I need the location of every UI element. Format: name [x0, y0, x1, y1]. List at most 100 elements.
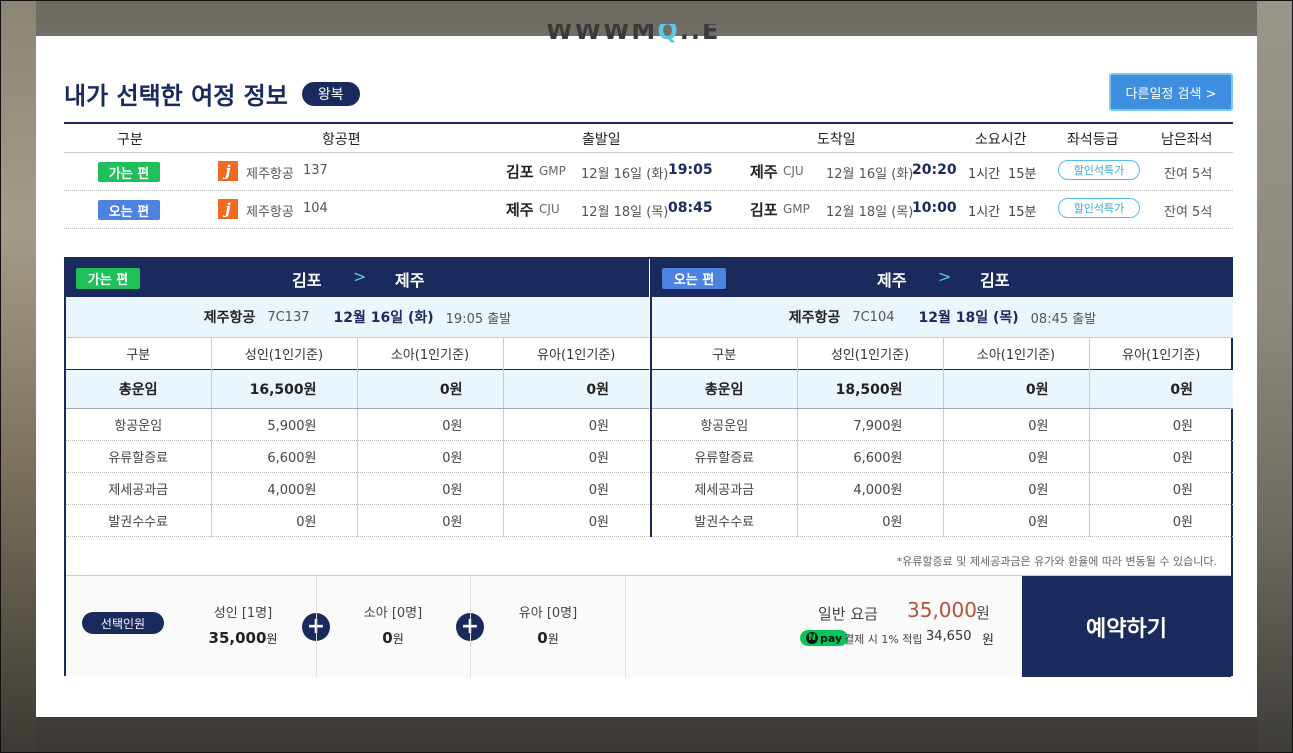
total-price-label: 일반 요금: [818, 605, 878, 623]
total-price-unit: 원: [976, 604, 990, 622]
divider: [316, 576, 317, 677]
duration-hours: 1시간: [968, 205, 1001, 220]
flight-number: 137: [303, 163, 328, 178]
fare-row-child: 0원: [357, 440, 504, 473]
fare-airline: 제주항공: [203, 310, 256, 326]
col-duration: 소요시간: [975, 132, 1027, 148]
arr-city: 김포: [750, 201, 778, 219]
fare-row-child: 0원: [943, 440, 1090, 473]
npay-reward-text: 결제 시 1% 적립: [844, 633, 923, 646]
fare-row-adult: 6,600원: [797, 440, 944, 473]
total-fare-adult: 16,500원: [211, 369, 358, 409]
fare-row-label: 유류할증료: [66, 440, 212, 473]
direction-badge-go: 가는 편: [98, 162, 160, 182]
route-from: 제주: [877, 271, 907, 290]
fare-departure: 19:05 출발: [445, 311, 512, 327]
fare-row-adult: 4,000원: [797, 472, 944, 505]
total-price-value: 35,000: [907, 598, 977, 622]
fare-row-infant: 0원: [1089, 408, 1233, 441]
fare-panel-flight-info: 제주항공 7C104 12월 18일 (목) 08:45 출발: [652, 297, 1233, 338]
dep-time: 08:45: [668, 200, 713, 216]
fare-row-infant: 0원: [503, 440, 649, 473]
seat-class-badge: 할인석특가: [1058, 198, 1140, 218]
dep-code: GMP: [539, 164, 566, 178]
naver-pay-badge: N pay: [800, 630, 849, 646]
site-logo: WWWMQ..E: [546, 24, 721, 45]
duration-minutes: 15분: [1008, 205, 1037, 220]
airline-name: 제주항공: [246, 167, 294, 182]
pax-child-label: 소아 [0명]: [363, 606, 423, 621]
npay-reward-value: 34,650: [926, 629, 972, 644]
fare-col-infant: 유아(1인기준): [1089, 338, 1233, 370]
fare-breakdown: 가는 편 김포 > 제주 제주항공 7C137 12월 16일 (화) 19:0…: [64, 257, 1233, 677]
fare-col-type: 구분: [652, 338, 798, 370]
fare-col-adult: 성인(1인기준): [797, 338, 944, 370]
itinerary-row-go: 가는 편 j 제주항공 137 김포 GMP 12월 16일 (화) 19:05…: [64, 153, 1233, 191]
book-button[interactable]: 예약하기: [1022, 576, 1231, 677]
fare-row-adult: 4,000원: [211, 472, 358, 505]
fare-row-child: 0원: [943, 408, 1090, 441]
fare-flight-code: 7C137: [267, 309, 310, 325]
fare-row-child: 0원: [943, 472, 1090, 505]
fare-table: 구분 성인(1인기준) 소아(1인기준) 유아(1인기준) 총운임 18,500…: [652, 338, 1233, 537]
total-fare-adult: 18,500원: [797, 369, 944, 409]
fare-panel-header: 가는 편 김포 > 제주: [66, 259, 649, 297]
duration-minutes: 15분: [1008, 167, 1037, 182]
fare-row-adult: 7,900원: [797, 408, 944, 441]
fare-row-infant: 0원: [1089, 440, 1233, 473]
total-fare-label: 총운임: [652, 369, 798, 409]
flight-number: 104: [303, 201, 328, 216]
selected-pax-badge: 선택인원: [82, 612, 164, 634]
arr-date: 12월 16일 (화): [826, 167, 914, 182]
fare-row-child: 0원: [357, 472, 504, 505]
pax-adult: 성인 [1명] 35,000원: [188, 602, 298, 647]
jeju-air-logo-icon: j: [218, 161, 238, 181]
total-fare-infant: 0원: [503, 369, 649, 409]
fare-direction-badge: 가는 편: [76, 268, 140, 289]
naver-n-icon: N: [806, 632, 818, 644]
remaining-seats: 잔여 5석: [1164, 205, 1213, 220]
fare-col-adult: 성인(1인기준): [211, 338, 358, 370]
pax-infant-label: 유아 [0명]: [518, 606, 578, 621]
arr-time: 20:20: [912, 162, 957, 178]
fare-col-type: 구분: [66, 338, 212, 370]
background-right: [1257, 0, 1293, 753]
dep-code: CJU: [539, 202, 560, 216]
dep-date: 12월 16일 (화): [581, 167, 669, 182]
fare-col-child: 소아(1인기준): [357, 338, 504, 370]
arr-date: 12월 18일 (목): [826, 205, 914, 220]
fare-row-child: 0원: [357, 504, 504, 537]
fare-row-infant: 0원: [1089, 472, 1233, 505]
direction-badge-return: 오는 편: [98, 200, 160, 220]
dep-city: 제주: [506, 201, 534, 219]
fare-col-child: 소아(1인기준): [943, 338, 1090, 370]
seat-class-badge: 할인석특가: [1058, 160, 1140, 180]
dep-time: 19:05: [668, 162, 713, 178]
pax-infant: 유아 [0명] 0원: [493, 602, 603, 647]
fare-row-label: 발권수수료: [652, 504, 798, 537]
route-arrow-icon: >: [938, 267, 952, 286]
route-to: 김포: [980, 271, 1010, 290]
total-fare-label: 총운임: [66, 369, 212, 409]
fare-departure: 08:45 출발: [1030, 311, 1097, 327]
fare-row-label: 발권수수료: [66, 504, 212, 537]
itinerary-table: 구분 항공편 출발일 도착일 소요시간 좌석등급 남은좌석 가는 편 j 제주항…: [64, 122, 1233, 229]
title-row: 내가 선택한 여정 정보 왕복: [64, 76, 360, 111]
route-to: 제주: [395, 271, 425, 290]
fare-airline: 제주항공: [788, 310, 841, 326]
divider: [470, 576, 471, 677]
fare-row-infant: 0원: [1089, 504, 1233, 537]
itinerary-header: 구분 항공편 출발일 도착일 소요시간 좌석등급 남은좌석: [64, 124, 1233, 153]
total-fare-child: 0원: [357, 369, 504, 409]
fare-disclaimer: *유류할증료 및 제세공과금은 유가와 환율에 따라 변동될 수 있습니다.: [896, 555, 1217, 568]
route-arrow-icon: >: [353, 267, 367, 286]
arr-city: 제주: [750, 163, 778, 181]
arr-code: GMP: [783, 202, 810, 216]
col-dep-date: 출발일: [582, 132, 621, 148]
page-title: 내가 선택한 여정 정보: [64, 82, 288, 110]
fare-table: 구분 성인(1인기준) 소아(1인기준) 유아(1인기준) 총운임 16,500…: [66, 338, 649, 537]
fare-row-child: 0원: [943, 504, 1090, 537]
total-fare-infant: 0원: [1089, 369, 1233, 409]
fare-date: 12월 16일 (화): [333, 310, 434, 326]
other-search-button[interactable]: 다른일정 검색 >: [1109, 73, 1233, 111]
